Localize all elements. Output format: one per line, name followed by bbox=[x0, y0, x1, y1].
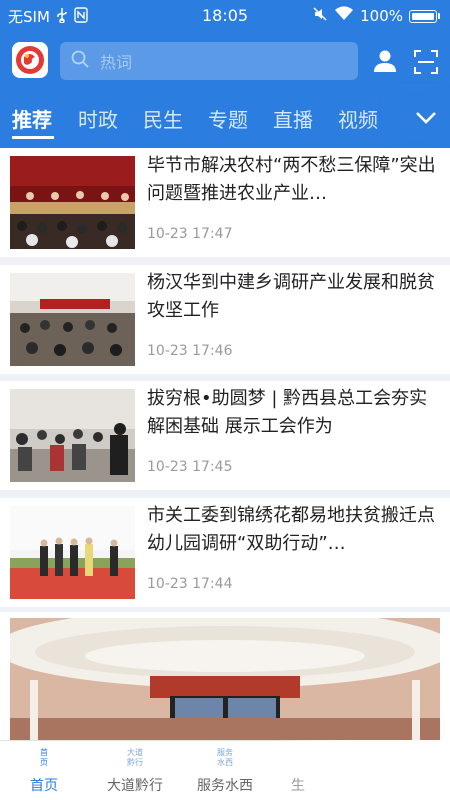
tab-video[interactable]: 视频 bbox=[338, 104, 378, 133]
news-title: 市关工委到锦绣花都易地扶贫搬迁点幼儿园调研“双助行动”… bbox=[147, 505, 435, 554]
news-list: 毕节市解决农村“两不愁三保障”突出问题暨推进农业产业… 10-23 17:47 … bbox=[0, 148, 450, 740]
chevron-down-icon[interactable] bbox=[402, 96, 450, 140]
app-logo-icon[interactable] bbox=[12, 42, 48, 78]
news-time: 10-23 17:47 bbox=[147, 226, 233, 242]
tab-politics[interactable]: 时政 bbox=[78, 104, 118, 133]
nav-dadao[interactable]: 大道 黔行 大道黔行 bbox=[95, 745, 175, 795]
news-item[interactable]: 杨汉华到中建乡调研产业发展和脱贫攻坚工作 10-23 17:46 bbox=[0, 265, 450, 374]
news-item-large[interactable] bbox=[0, 612, 450, 740]
news-time: 10-23 17:44 bbox=[147, 576, 233, 592]
nav-service-label: 服务水西 bbox=[197, 778, 253, 794]
news-time: 10-23 17:46 bbox=[147, 343, 233, 359]
top-bar: 热词 bbox=[0, 38, 450, 86]
news-title: 拔穷根•助圆梦 | 黔西县总工会夯实解困基础 展示工会作为 bbox=[147, 388, 428, 437]
battery-icon bbox=[409, 9, 437, 23]
service-icon: 服务 水西 bbox=[217, 748, 233, 767]
news-title: 毕节市解决农村“两不愁三保障”突出问题暨推进农业产业… bbox=[147, 155, 436, 204]
battery-percent: 100% bbox=[360, 7, 403, 25]
news-thumbnail-large bbox=[10, 618, 440, 740]
news-time: 10-23 17:45 bbox=[147, 459, 233, 475]
mute-icon bbox=[312, 6, 328, 26]
news-thumbnail bbox=[10, 156, 135, 249]
nav-overflow-fade bbox=[270, 740, 450, 800]
header: 无SIM 18:05 100% 热词 推荐 时政 民生 专题 直播 视频 bbox=[0, 0, 450, 148]
nav-home-label: 首页 bbox=[30, 778, 58, 794]
dadao-icon: 大道 黔行 bbox=[127, 748, 143, 767]
user-icon[interactable] bbox=[372, 48, 398, 74]
nav-service[interactable]: 服务 水西 服务水西 bbox=[185, 745, 265, 795]
news-item[interactable]: 拔穷根•助圆梦 | 黔西县总工会夯实解困基础 展示工会作为 10-23 17:4… bbox=[0, 381, 450, 490]
tab-livelihood[interactable]: 民生 bbox=[143, 104, 183, 133]
news-thumbnail bbox=[10, 273, 135, 366]
nav-home[interactable]: 首 页 首页 bbox=[4, 745, 84, 795]
nav-dadao-label: 大道黔行 bbox=[107, 778, 163, 794]
tab-recommend[interactable]: 推荐 bbox=[12, 104, 52, 133]
scan-icon[interactable] bbox=[414, 50, 438, 74]
news-title: 杨汉华到中建乡调研产业发展和脱贫攻坚工作 bbox=[147, 272, 435, 321]
status-right: 100% bbox=[312, 6, 440, 26]
news-thumbnail bbox=[10, 506, 135, 599]
wifi-icon bbox=[334, 6, 354, 26]
news-item[interactable]: 毕节市解决农村“两不愁三保障”突出问题暨推进农业产业… 10-23 17:47 bbox=[0, 148, 450, 257]
tab-special[interactable]: 专题 bbox=[208, 104, 248, 133]
news-item[interactable]: 市关工委到锦绣花都易地扶贫搬迁点幼儿园调研“双助行动”… 10-23 17:44 bbox=[0, 498, 450, 607]
category-tabs: 推荐 时政 民生 专题 直播 视频 bbox=[0, 96, 450, 140]
home-icon: 首 页 bbox=[40, 748, 48, 767]
active-tab-indicator bbox=[12, 136, 54, 139]
search-icon bbox=[70, 49, 90, 73]
news-thumbnail bbox=[10, 389, 135, 482]
search-placeholder: 热词 bbox=[100, 53, 133, 72]
app-root: 无SIM 18:05 100% 热词 推荐 时政 民生 专题 直播 视频 毕节市… bbox=[0, 0, 450, 800]
status-bar: 无SIM 18:05 100% bbox=[0, 0, 450, 32]
tab-live[interactable]: 直播 bbox=[273, 104, 313, 133]
search-input[interactable]: 热词 bbox=[60, 42, 358, 80]
